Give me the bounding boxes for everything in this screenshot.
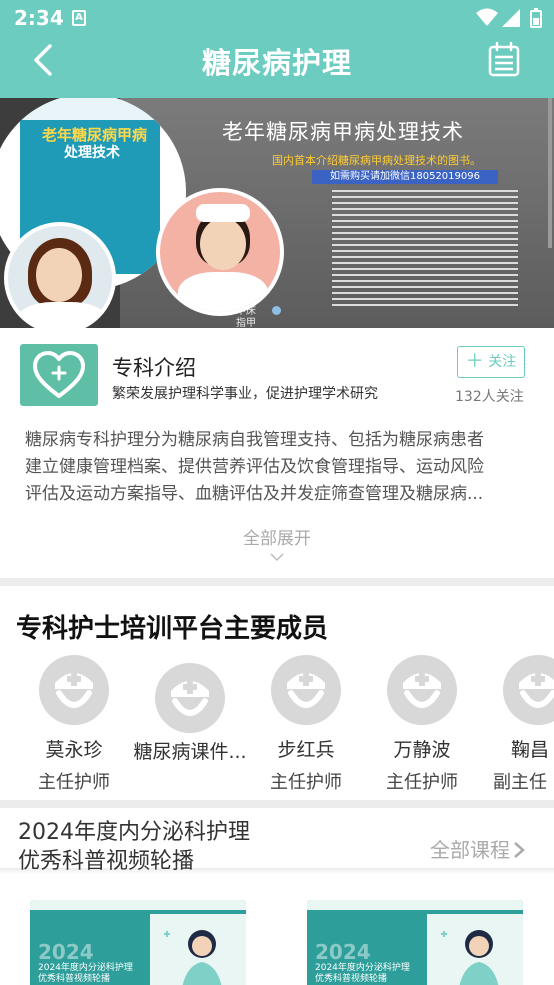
nurse-cap-icon	[519, 672, 554, 708]
nurse-cap-icon	[403, 672, 441, 708]
expand-all-button[interactable]: 全部展开	[0, 524, 554, 549]
description-line: 糖尿病专科护理分为糖尿病自我管理支持、包括为糖尿病患者	[25, 430, 484, 450]
banner-subline: 国内首本介绍糖尿病甲病处理技术的图书。	[272, 154, 481, 167]
member-name: 鞠昌	[511, 739, 550, 761]
member-card[interactable]: 莫永珍 主任护师	[16, 655, 132, 794]
member-card[interactable]: 万静波 主任护师	[364, 655, 480, 794]
members-title: 专科护士培训平台主要成员	[16, 614, 329, 644]
calendar-button[interactable]	[484, 40, 524, 80]
nurse-avatar-icon	[387, 655, 457, 725]
card-illustration	[427, 914, 523, 985]
banner-headline: 老年糖尿病甲病处理技术	[222, 120, 464, 144]
doctor-coat	[18, 302, 106, 328]
nurse-avatar-icon	[39, 655, 109, 725]
app-bar: 2:34 A 糖尿病护理	[0, 0, 554, 98]
follow-label: 关注	[488, 354, 517, 370]
member-card[interactable]: 糖尿病课件...	[132, 655, 248, 770]
specialty-logo	[20, 344, 98, 406]
intro-description: 糖尿病专科护理分为糖尿病自我管理支持、包括为糖尿病患者 建立健康管理档案、提供营…	[25, 427, 531, 508]
follow-button[interactable]: ＋ 关注	[457, 346, 525, 378]
member-name: 万静波	[393, 739, 451, 761]
nurse-cap	[196, 204, 250, 222]
description-line: 评估及运动方案指导、血糖评估及并发症筛查管理及糖尿病...	[25, 484, 484, 504]
section-divider	[0, 578, 554, 586]
member-card[interactable]: 步红兵 主任护师	[248, 655, 364, 794]
card-title-line2: 优秀科普视频轮播	[315, 974, 388, 984]
doctor-photo	[4, 222, 116, 328]
all-courses-label: 全部课程	[430, 838, 510, 862]
wifi-icon	[476, 8, 498, 26]
heart-plus-icon	[33, 351, 85, 398]
nurse-illustration-icon	[164, 930, 222, 985]
banner-scrollbar	[548, 98, 552, 248]
status-bar: 2:34 A	[0, 0, 554, 36]
chevron-right-icon	[514, 842, 525, 858]
member-role: 副主任	[493, 772, 547, 793]
battery-icon	[530, 8, 542, 28]
nurse-photo	[156, 188, 284, 316]
card-top-strip	[307, 900, 523, 910]
member-card[interactable]: 鞠昌 副主任	[480, 655, 554, 794]
nurse-face	[200, 218, 246, 270]
nurse-avatar-icon	[155, 663, 225, 733]
intro-title: 专科介绍	[112, 356, 196, 380]
doctor-face	[36, 248, 82, 302]
follow-count: 132人关注	[455, 389, 524, 405]
nurse-avatar-icon	[271, 655, 341, 725]
intro-subtitle: 繁荣发展护理科学事业，促进护理学术研究	[112, 386, 378, 402]
description-line: 建立健康管理档案、提供营养评估及饮食管理指导、运动风险	[25, 457, 484, 477]
all-courses-link[interactable]: 全部课程	[430, 834, 525, 863]
banner-buy-info: 如需购买请加微信18052019096	[312, 170, 498, 184]
signal-icon	[502, 9, 520, 27]
notification-icon: A	[72, 10, 86, 26]
promo-banner[interactable]: 老年糖尿病甲病处理技术 国内首本介绍糖尿病甲病处理技术的图书。 如需购买请加微信…	[0, 98, 554, 328]
banner-text-block	[332, 190, 518, 310]
calendar-icon	[488, 41, 520, 77]
course-card[interactable]: 2024 2024年度内分泌科护理 优秀科普视频轮播	[307, 900, 523, 985]
nurse-cap-icon	[287, 672, 325, 708]
book-cover-strip	[20, 98, 160, 120]
course-header-shadow	[0, 868, 554, 874]
course-card[interactable]: 2024 2024年度内分泌科护理 优秀科普视频轮播	[30, 900, 246, 985]
section-divider	[0, 800, 554, 808]
banner-page-indicator[interactable]	[272, 306, 281, 315]
member-role: 主任护师	[38, 772, 110, 793]
card-title-line2: 优秀科普视频轮播	[38, 974, 111, 984]
member-role: 主任护师	[270, 772, 342, 793]
status-time: 2:34	[14, 6, 64, 30]
diagram-label: 指甲	[236, 318, 256, 328]
nurse-uniform	[178, 272, 268, 312]
chevron-down-icon[interactable]	[270, 552, 284, 562]
nurse-avatar-icon	[503, 655, 554, 725]
nurse-cap-icon	[171, 680, 209, 716]
nurse-illustration-icon	[441, 930, 499, 985]
card-illustration	[150, 914, 246, 985]
member-name: 莫永珍	[45, 739, 103, 761]
book-title-line2: 处理技术	[64, 145, 120, 161]
page-title: 糖尿病护理	[201, 46, 352, 80]
member-role: 主任护师	[386, 772, 458, 793]
nurse-cap-icon	[55, 672, 93, 708]
member-name: 步红兵	[277, 739, 335, 761]
card-top-strip	[30, 900, 246, 910]
member-name: 糖尿病课件...	[133, 741, 247, 763]
plus-icon: ＋	[465, 351, 484, 372]
